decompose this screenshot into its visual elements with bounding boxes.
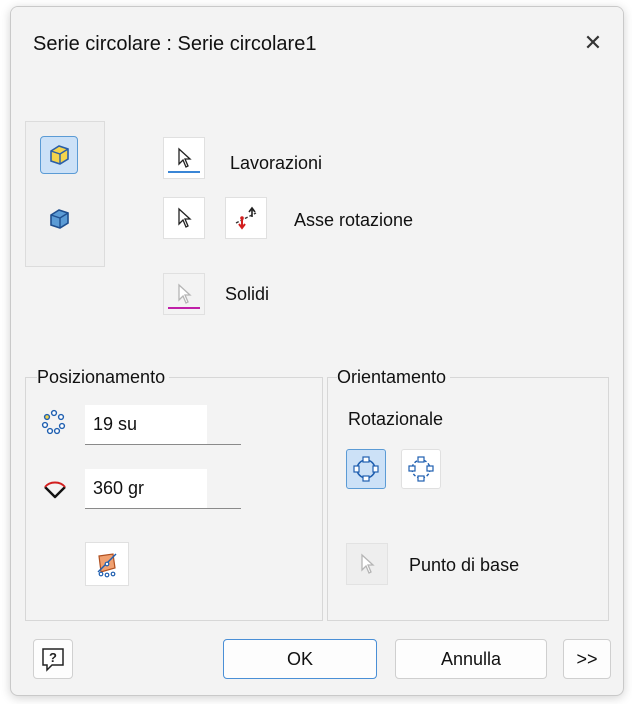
- placement-group-title: Posizionamento: [37, 367, 170, 388]
- fixed-orientation-button[interactable]: [401, 449, 441, 489]
- occurrence-count-icon: [41, 409, 66, 435]
- axis-select-button[interactable]: [163, 197, 205, 239]
- ok-button[interactable]: OK: [223, 639, 377, 679]
- angle-value: 360 gr: [93, 478, 145, 498]
- features-select-button[interactable]: [163, 137, 205, 179]
- orientation-group-title: Orientamento: [337, 367, 451, 388]
- svg-text:?: ?: [49, 650, 57, 665]
- pattern-mode-strip: [25, 121, 105, 267]
- title-bar: Serie circolare : Serie circolare1 ✕: [11, 7, 623, 83]
- orientation-mode-label: Rotazionale: [348, 409, 444, 429]
- occurrence-count-value: 19 su: [93, 414, 138, 434]
- rotational-icon: [353, 456, 379, 482]
- angle-spinner[interactable]: [207, 469, 241, 508]
- axis-label: Asse rotazione: [294, 210, 414, 230]
- base-point-select-button[interactable]: [346, 543, 388, 585]
- select-arrow-icon: [178, 147, 192, 168]
- flip-direction-icon: [235, 206, 257, 230]
- select-arrow-disabled-icon: [178, 283, 192, 304]
- select-arrow-icon: [178, 207, 192, 228]
- select-arrow-disabled-icon: [361, 553, 375, 574]
- midplane-icon: [97, 553, 117, 578]
- occurrence-count-spinner[interactable]: [207, 405, 241, 444]
- solid-box-icon: [50, 209, 69, 229]
- help-button[interactable]: ?: [33, 639, 73, 679]
- more-options-button[interactable]: >>: [563, 639, 611, 679]
- fixed-icon: [408, 456, 434, 482]
- solids-select-button[interactable]: [163, 273, 205, 315]
- feature-box-icon: [50, 145, 69, 165]
- cancel-button[interactable]: Annulla: [395, 639, 547, 679]
- pattern-dialog: Serie circolare : Serie circolare1 ✕ Lav…: [10, 6, 624, 696]
- features-underline: [168, 171, 200, 173]
- base-point-label: Punto di base: [409, 555, 520, 575]
- occurrence-count-input[interactable]: 19 su: [85, 405, 241, 445]
- flip-axis-button[interactable]: [225, 197, 267, 239]
- pattern-features-mode-button[interactable]: [40, 136, 78, 174]
- angle-input[interactable]: 360 gr: [85, 469, 241, 509]
- rotational-orientation-button[interactable]: [346, 449, 386, 489]
- close-icon[interactable]: ✕: [577, 27, 609, 59]
- help-icon: ?: [42, 648, 64, 672]
- dialog-title: Serie circolare : Serie circolare1: [33, 33, 317, 55]
- solids-underline: [168, 307, 200, 309]
- midplane-button[interactable]: [85, 542, 129, 586]
- angle-icon: [44, 481, 66, 499]
- features-label: Lavorazioni: [230, 153, 323, 173]
- solids-label: Solidi: [225, 284, 270, 304]
- pattern-solids-mode-button[interactable]: [40, 200, 78, 238]
